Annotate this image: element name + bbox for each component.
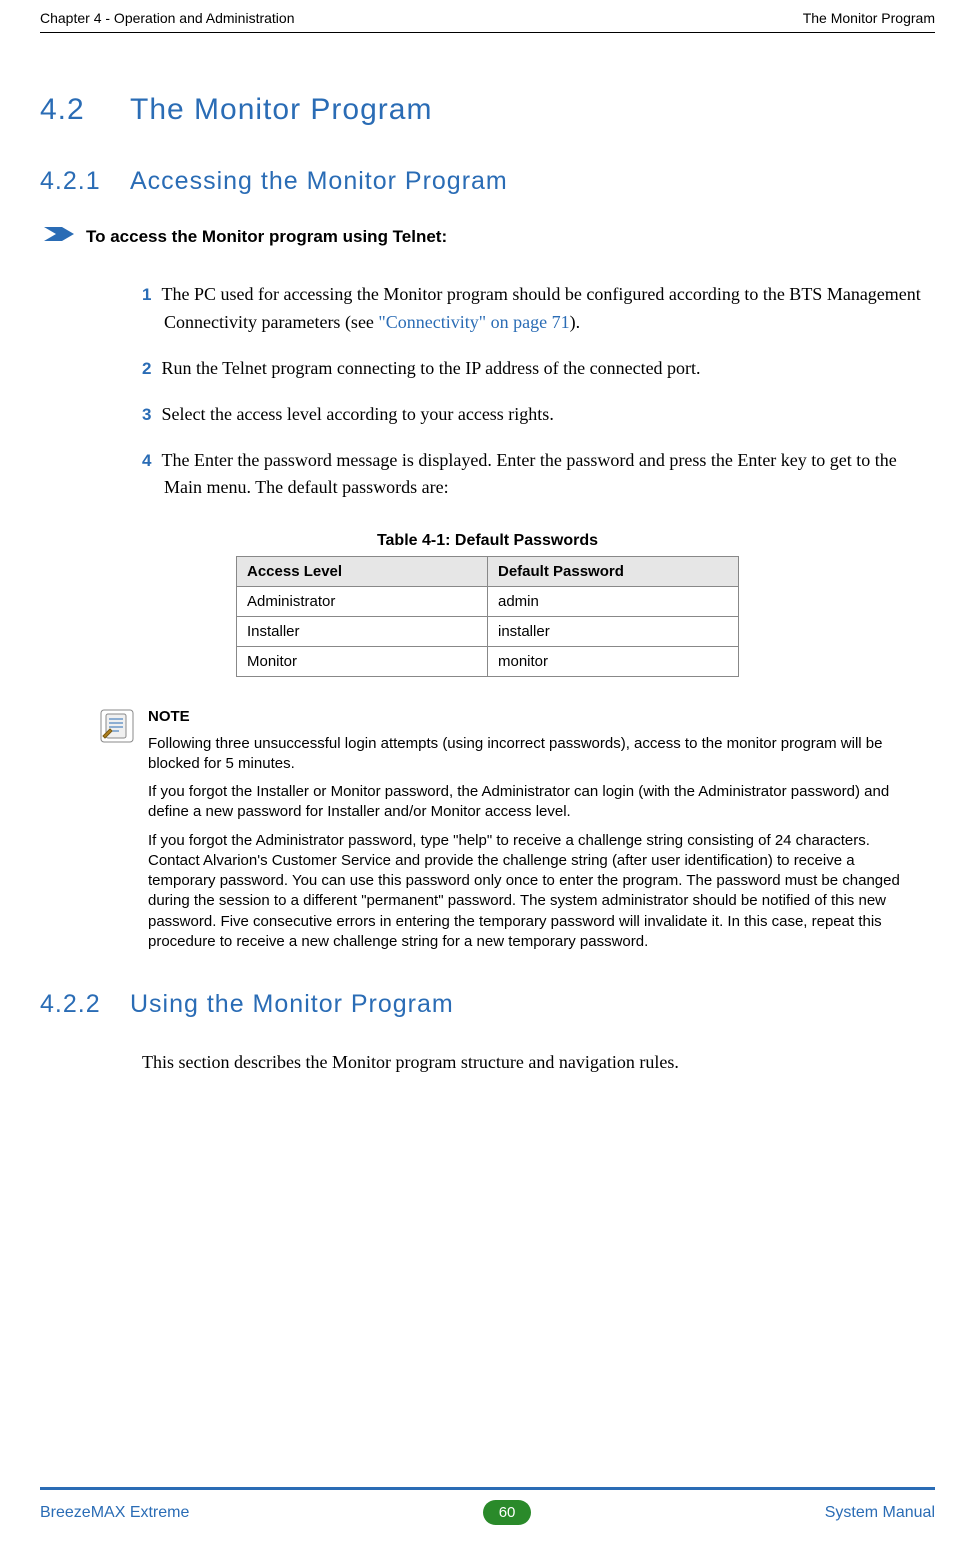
cell-password: installer: [488, 617, 739, 647]
heading-title: Accessing the Monitor Program: [130, 167, 508, 195]
page-number-badge: 60: [483, 1500, 532, 1525]
step-number: 4: [142, 451, 151, 470]
steps-list: 1The PC used for accessing the Monitor p…: [142, 281, 935, 502]
header-right: The Monitor Program: [803, 10, 935, 26]
table-row: Administrator admin: [237, 587, 739, 617]
step-4: 4 The Enter the password message is displ…: [142, 447, 935, 503]
note-icon: [100, 709, 134, 748]
heading-title: The Monitor Program: [130, 93, 432, 126]
note-paragraph: If you forgot the Administrator password…: [148, 831, 915, 953]
step-number: 3: [142, 405, 151, 424]
step-3: 3 Select the access level according to yo…: [142, 401, 935, 429]
note-paragraph: If you forgot the Installer or Monitor p…: [148, 782, 915, 823]
heading-number: 4.2.1: [40, 167, 130, 196]
arrow-icon: [44, 226, 74, 247]
step-text: Select the access level according to you…: [161, 404, 553, 424]
section-body: This section describes the Monitor progr…: [142, 1049, 935, 1077]
column-header-default-password: Default Password: [488, 557, 739, 587]
heading-4-2-1: 4.2.1Accessing the Monitor Program: [40, 167, 935, 196]
page-content: 4.2The Monitor Program 4.2.1Accessing th…: [0, 33, 975, 1077]
cell-access-level: Installer: [237, 617, 488, 647]
table-row: Installer installer: [237, 617, 739, 647]
task-title: To access the Monitor program using Teln…: [86, 227, 447, 247]
step-2: 2 Run the Telnet program connecting to th…: [142, 355, 935, 383]
step-1: 1The PC used for accessing the Monitor p…: [142, 281, 935, 337]
table-header-row: Access Level Default Password: [237, 557, 739, 587]
link-connectivity[interactable]: "Connectivity" on page 71: [378, 312, 569, 332]
step-number: 1: [142, 285, 151, 304]
cell-password: monitor: [488, 647, 739, 677]
heading-4-2-2: 4.2.2Using the Monitor Program: [40, 990, 935, 1019]
table-caption: Table 4-1: Default Passwords: [40, 532, 935, 550]
step-text-tail: ).: [570, 312, 581, 332]
default-passwords-table: Access Level Default Password Administra…: [236, 556, 739, 677]
note-block: NOTE Following three unsuccessful login …: [100, 707, 935, 960]
step-text: The Enter the password message is displa…: [161, 450, 896, 498]
heading-number: 4.2: [40, 93, 130, 127]
cell-password: admin: [488, 587, 739, 617]
cell-access-level: Administrator: [237, 587, 488, 617]
footer-right: System Manual: [825, 1504, 935, 1522]
footer-left: BreezeMAX Extreme: [40, 1504, 189, 1522]
page-header: Chapter 4 - Operation and Administration…: [0, 0, 975, 32]
step-text: Run the Telnet program connecting to the…: [161, 358, 700, 378]
note-title: NOTE: [148, 707, 915, 727]
header-left: Chapter 4 - Operation and Administration: [40, 10, 294, 26]
column-header-access-level: Access Level: [237, 557, 488, 587]
table-row: Monitor monitor: [237, 647, 739, 677]
note-body: NOTE Following three unsuccessful login …: [148, 707, 935, 960]
note-paragraph: Following three unsuccessful login attem…: [148, 734, 915, 775]
task-heading: To access the Monitor program using Teln…: [44, 226, 935, 247]
heading-number: 4.2.2: [40, 990, 130, 1019]
heading-4-2: 4.2The Monitor Program: [40, 93, 935, 127]
cell-access-level: Monitor: [237, 647, 488, 677]
footer-rule: [40, 1487, 935, 1490]
heading-title: Using the Monitor Program: [130, 990, 454, 1018]
page-footer: BreezeMAX Extreme 60 System Manual: [0, 1487, 975, 1525]
step-number: 2: [142, 359, 151, 378]
